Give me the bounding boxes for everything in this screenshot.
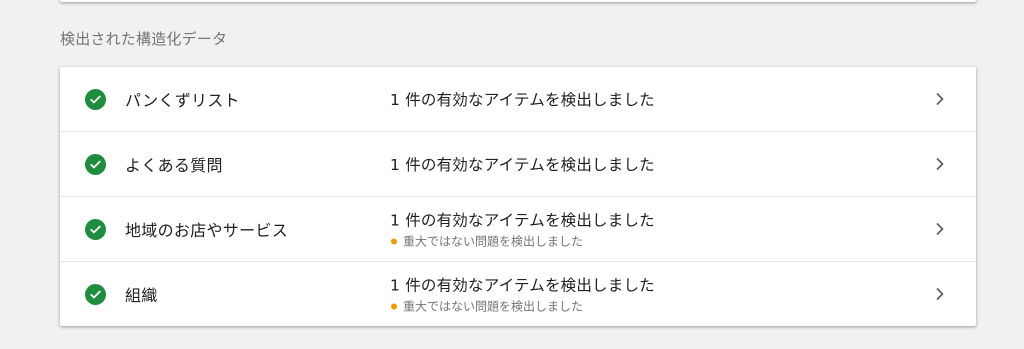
check-circle-icon	[85, 88, 106, 110]
warning-text: 重大ではない問題を検出しました	[403, 299, 584, 314]
item-name: 組織	[125, 286, 158, 305]
structured-data-row-organization[interactable]: 組織 1 件の有効なアイテムを検出しました 重大ではない問題を検出しました	[60, 262, 976, 326]
warning-text: 重大ではない問題を検出しました	[403, 234, 584, 249]
warning-dot-icon	[391, 238, 397, 244]
warning-line: 重大ではない問題を検出しました	[390, 233, 655, 250]
warning-dot-icon	[391, 303, 397, 309]
item-name: 地域のお店やサービス	[125, 221, 289, 240]
item-name: パンくずリスト	[125, 91, 240, 110]
result-summary: 1 件の有効なアイテムを検出しました	[390, 88, 655, 110]
previous-card	[60, 0, 976, 2]
chevron-right-icon[interactable]	[934, 92, 946, 106]
check-circle-icon	[85, 283, 106, 305]
valid-items-text: 1 件の有効なアイテムを検出しました	[390, 91, 655, 109]
warning-line: 重大ではない問題を検出しました	[390, 298, 655, 315]
structured-data-row-local-business[interactable]: 地域のお店やサービス 1 件の有効なアイテムを検出しました 重大ではない問題を検…	[60, 197, 976, 262]
structured-data-row-breadcrumb[interactable]: パンくずリスト 1 件の有効なアイテムを検出しました	[60, 67, 976, 132]
valid-items-text: 1 件の有効なアイテムを検出しました	[390, 211, 655, 230]
result-summary: 1 件の有効なアイテムを検出しました 重大ではない問題を検出しました	[390, 274, 655, 315]
chevron-right-icon[interactable]	[934, 222, 946, 236]
valid-items-text: 1 件の有効なアイテムを検出しました	[390, 156, 655, 174]
chevron-right-icon[interactable]	[934, 287, 946, 301]
chevron-right-icon[interactable]	[934, 157, 946, 171]
item-name: よくある質問	[125, 156, 223, 175]
check-circle-icon	[85, 153, 106, 175]
check-circle-icon	[85, 218, 106, 240]
valid-items-text: 1 件の有効なアイテムを検出しました	[390, 276, 655, 295]
structured-data-row-faq[interactable]: よくある質問 1 件の有効なアイテムを検出しました	[60, 132, 976, 197]
result-summary: 1 件の有効なアイテムを検出しました	[390, 153, 655, 175]
section-heading: 検出された構造化データ	[60, 30, 228, 48]
structured-data-list: パンくずリスト 1 件の有効なアイテムを検出しました よくある質問 1 件の有効…	[60, 67, 976, 326]
result-summary: 1 件の有効なアイテムを検出しました 重大ではない問題を検出しました	[390, 209, 655, 250]
